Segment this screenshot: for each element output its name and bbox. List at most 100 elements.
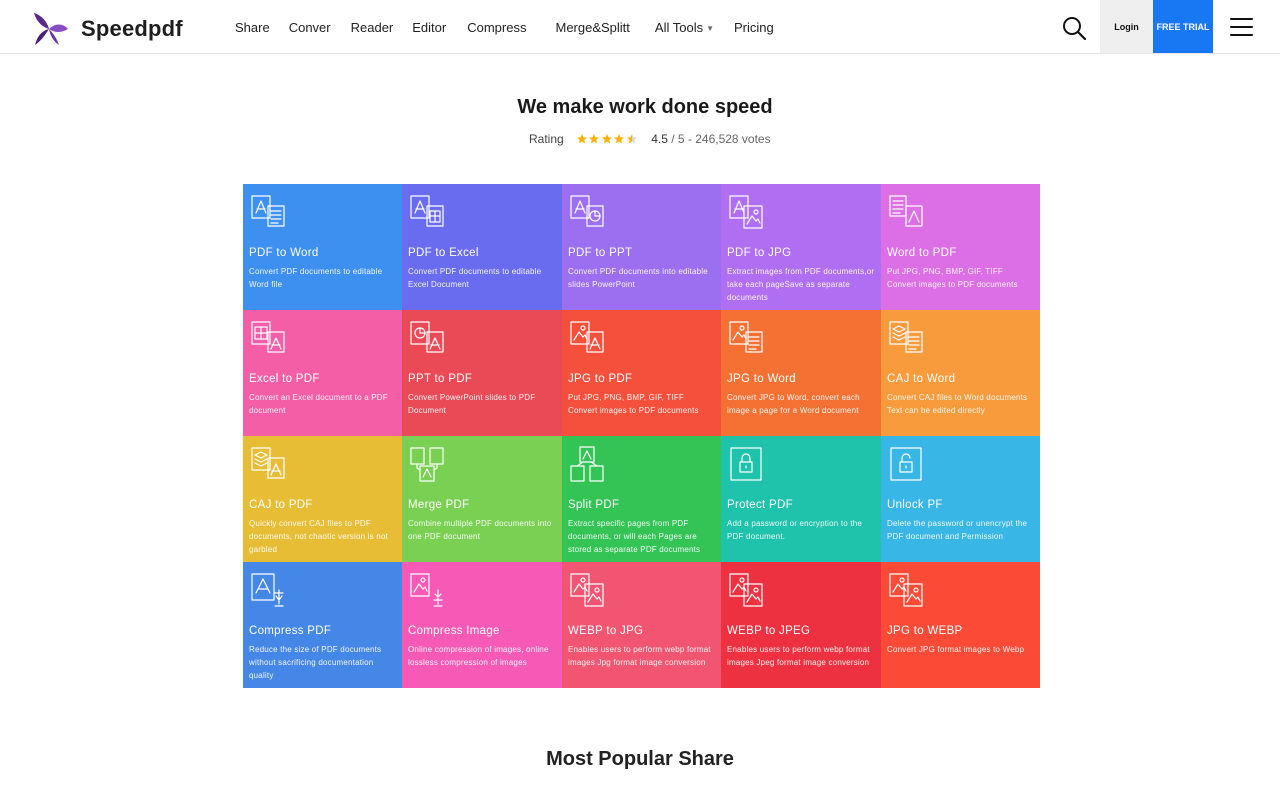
rating-row: Rating 4.5 / 5 - 246,528 votes — [529, 132, 771, 146]
pdf-excel-icon — [410, 195, 444, 227]
tool-title: PDF to PPT — [568, 247, 633, 259]
tool-title: PDF to Excel — [408, 247, 479, 259]
ppt-pdf-icon — [410, 321, 444, 353]
caj-word-icon — [889, 321, 923, 353]
tool-title: WEBP to JPEG — [727, 625, 811, 637]
tool-title: Excel to PDF — [249, 373, 320, 385]
tool-tile-pdf-to-word[interactable]: PDF to Word Convert PDF documents to edit… — [243, 184, 402, 310]
rating-votes: / 5 - 246,528 votes — [667, 132, 771, 146]
tool-tile-unlock-pf[interactable]: Unlock PF Delete the password or unencryp… — [881, 436, 1040, 562]
tool-description: Convert PDF documents to editable Excel … — [408, 267, 542, 289]
brand-logo[interactable]: Speedpdf — [31, 11, 183, 47]
tool-tile-webp-to-jpg[interactable]: WEBP to JPG Enables users to perform webp… — [562, 562, 721, 688]
webp-jpeg-icon — [729, 573, 763, 607]
section-title-popular-share: Most Popular Share — [546, 748, 734, 770]
tool-tile-jpg-to-webp[interactable]: JPG to WEBP Convert JPG format images to … — [881, 562, 1040, 688]
tool-grid: PDF to Word Convert PDF documents to edit… — [243, 184, 1040, 688]
hero-title: We make work done speed — [517, 96, 773, 118]
tool-tile-caj-to-word[interactable]: CAJ to Word Convert CAJ files to Word doc… — [881, 310, 1040, 436]
nav-item-merge-split[interactable]: Merge&Splitt — [555, 20, 629, 35]
tool-description: Convert CAJ files to Word documents Text… — [887, 393, 1028, 415]
hamburger-menu-icon[interactable] — [1230, 18, 1253, 36]
menu-bar — [1230, 26, 1253, 28]
tool-title: PDF to JPG — [727, 247, 792, 259]
nav-item-reader[interactable]: Reader — [351, 20, 394, 35]
tool-title: Compress Image — [408, 625, 500, 637]
tool-title: Compress PDF — [249, 625, 332, 637]
star-icon — [589, 134, 600, 144]
search-button[interactable] — [1062, 16, 1087, 41]
tool-description: Convert an Excel document to a PDF docum… — [249, 393, 388, 415]
tool-title: JPG to WEBP — [887, 625, 963, 637]
tool-description: Enables users to perform webp format ima… — [727, 645, 870, 667]
tool-title: WEBP to JPG — [568, 625, 644, 637]
excel-pdf-icon — [251, 321, 285, 353]
tool-description: Online compression of images, online los… — [408, 645, 549, 667]
tool-tile-ppt-to-pdf[interactable]: PPT to PDF Convert PowerPoint slides to P… — [402, 310, 562, 436]
tool-tile-excel-to-pdf[interactable]: Excel to PDF Convert an Excel document to… — [243, 310, 402, 436]
compress-image-icon — [410, 573, 443, 607]
tool-tile-compress-pdf[interactable]: Compress PDF Reduce the size of PDF docum… — [243, 562, 402, 688]
rating-value: 4.5 / 5 - 246,528 votes — [651, 132, 770, 146]
tool-description: Convert PDF documents into editable slid… — [568, 267, 708, 289]
main-nav: Share Conver Reader Editor Compress Merg… — [235, 0, 774, 54]
compress-pdf-icon — [251, 573, 284, 607]
tool-tile-merge-pdf[interactable]: Merge PDF Combine multiple PDF documents … — [402, 436, 562, 562]
tool-tile-webp-to-jpeg[interactable]: WEBP to JPEG Enables users to perform web… — [721, 562, 881, 688]
tool-title: Merge PDF — [408, 499, 470, 511]
word-pdf-icon — [889, 195, 923, 227]
tool-tile-caj-to-pdf[interactable]: CAJ to PDF Quickly convert CAJ files to P… — [243, 436, 402, 562]
menu-bar — [1230, 18, 1253, 20]
jpg-webp-icon — [889, 573, 923, 607]
tool-tile-protect-pdf[interactable]: Protect PDF Add a password or encryption … — [721, 436, 881, 562]
search-icon — [1063, 17, 1087, 41]
tool-title: CAJ to Word — [887, 373, 956, 385]
tool-description: Add a password or encryption to the PDF … — [727, 519, 863, 541]
login-button[interactable]: Login — [1100, 0, 1153, 53]
lock-icon — [730, 447, 762, 481]
tool-title: Protect PDF — [727, 499, 793, 511]
tool-tile-word-to-pdf[interactable]: Word to PDF Put JPG, PNG, BMP, GIF, TIFF … — [881, 184, 1040, 310]
tool-tile-jpg-to-pdf[interactable]: JPG to PDF Put JPG, PNG, BMP, GIF, TIFF C… — [562, 310, 721, 436]
pdf-jpg-icon — [729, 195, 763, 229]
tool-description: Reduce the size of PDF documents without… — [249, 645, 382, 680]
caret-down-icon: ▼ — [706, 23, 715, 33]
tool-description: Extract specific pages from PDF document… — [568, 519, 701, 554]
butterfly-logo-icon — [34, 13, 68, 45]
unlock-icon — [890, 447, 922, 481]
tool-tile-pdf-to-excel[interactable]: PDF to Excel Convert PDF documents to edi… — [402, 184, 562, 310]
tool-title: Word to PDF — [887, 247, 957, 259]
tool-title: Split PDF — [568, 499, 620, 511]
pdf-word-icon — [251, 195, 285, 227]
free-trial-button[interactable]: FREE TRIAL — [1153, 0, 1213, 53]
nav-item-share[interactable]: Share — [235, 20, 270, 35]
tool-tile-split-pdf[interactable]: Split PDF Extract specific pages from PDF… — [562, 436, 721, 562]
tool-title: CAJ to PDF — [249, 499, 313, 511]
menu-bar — [1230, 34, 1253, 36]
nav-item-pricing[interactable]: Pricing — [734, 20, 774, 35]
tool-tile-pdf-to-ppt[interactable]: PDF to PPT Convert PDF documents into edi… — [562, 184, 721, 310]
tool-tile-compress-image[interactable]: Compress Image Online compression of imag… — [402, 562, 562, 688]
webp-jpg-icon — [570, 573, 604, 607]
jpg-word-icon — [729, 321, 763, 353]
split-pdf-icon — [570, 446, 604, 482]
tool-description: Convert PowerPoint slides to PDF Documen… — [408, 393, 536, 415]
tool-title: PPT to PDF — [408, 373, 473, 385]
star-icon — [601, 134, 612, 144]
nav-item-all-tools[interactable]: All Tools ▼ — [655, 20, 714, 35]
star-icon — [576, 134, 587, 144]
tool-tile-jpg-to-word[interactable]: JPG to Word Convert JPG to Word, convert … — [721, 310, 881, 436]
tool-description: Enables users to perform webp format ima… — [568, 645, 711, 667]
tool-title: PDF to Word — [249, 247, 319, 259]
tool-description: Delete the password or unencrypt the PDF… — [887, 519, 1028, 541]
rating-score: 4.5 — [651, 132, 668, 146]
top-header: Speedpdf Share Conver Reader Editor Comp… — [0, 0, 1280, 54]
nav-item-compress[interactable]: Compress — [467, 20, 526, 35]
star-icon — [614, 134, 625, 144]
nav-item-editor[interactable]: Editor — [412, 20, 446, 35]
tool-description: Put JPG, PNG, BMP, GIF, TIFF Convert ima… — [568, 393, 699, 415]
nav-item-convert[interactable]: Conver — [289, 20, 331, 35]
tool-tile-pdf-to-jpg[interactable]: PDF to JPG Extract images from PDF docume… — [721, 184, 881, 310]
tool-description: Convert PDF documents to editable Word f… — [249, 267, 383, 289]
tool-description: Quickly convert CAJ files to PDF documen… — [249, 519, 389, 554]
